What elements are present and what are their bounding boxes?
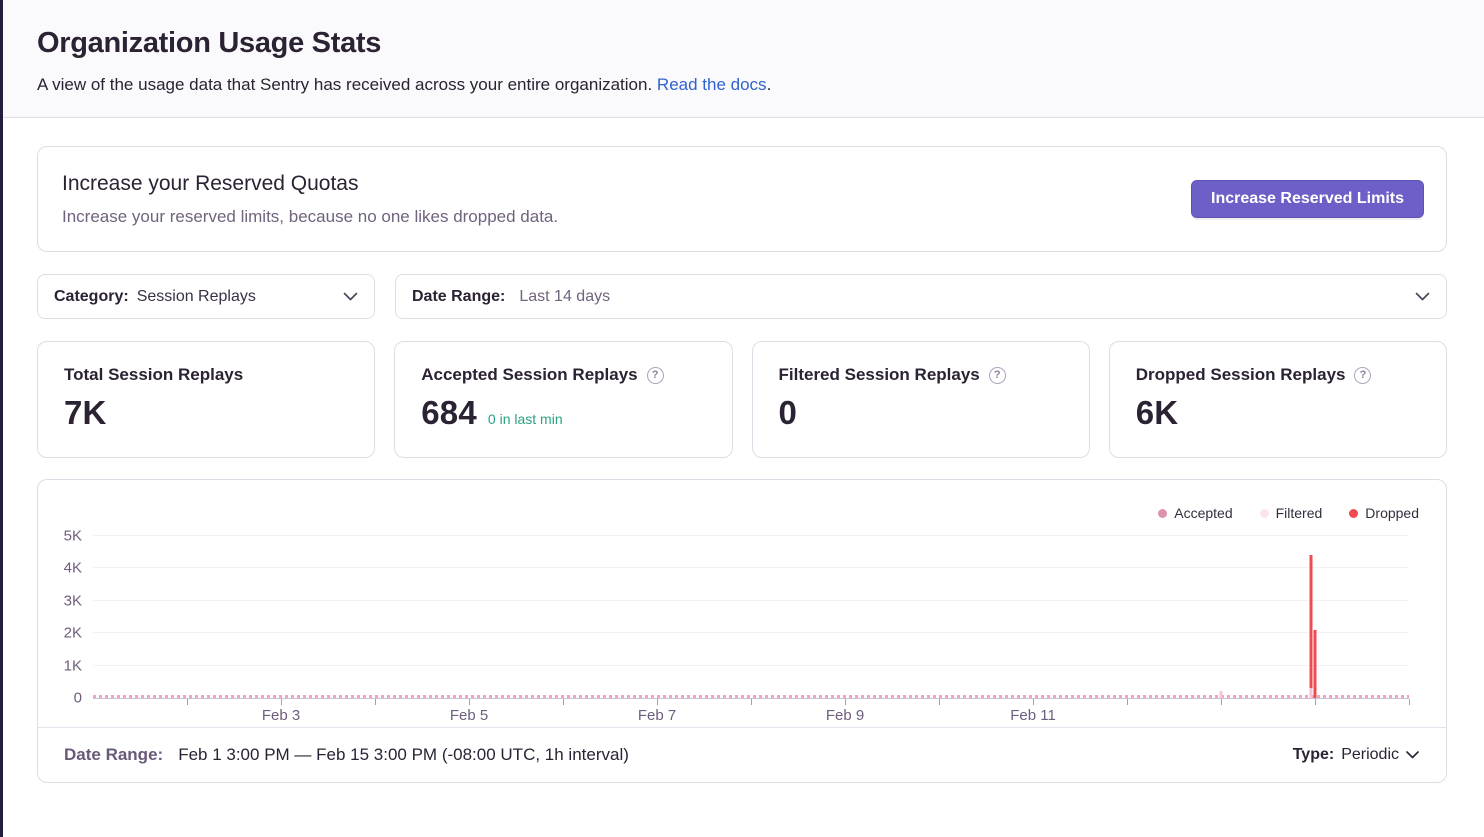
usage-chart-card: Accepted Filtered Dropped 0 1K 2K 3K 4K 5K Feb…: [37, 479, 1447, 783]
y-axis-tick-label: 1K: [64, 657, 82, 674]
x-axis-tick: [657, 699, 658, 705]
x-axis-tick: [375, 699, 376, 705]
stat-title: Dropped Session Replays: [1136, 365, 1346, 385]
read-docs-link[interactable]: Read the docs: [657, 75, 767, 94]
help-icon[interactable]: ?: [647, 367, 664, 384]
page-subtitle: A view of the usage data that Sentry has…: [37, 75, 1447, 95]
bar-accepted: [1310, 688, 1313, 698]
chevron-down-icon: [343, 292, 358, 301]
y-axis-tick-label: 2K: [64, 625, 82, 642]
increase-reserved-limits-button[interactable]: Increase Reserved Limits: [1191, 180, 1424, 218]
gridline: [93, 567, 1409, 568]
quota-title: Increase your Reserved Quotas: [62, 172, 558, 196]
main-content: Increase your Reserved Quotas Increase y…: [0, 118, 1484, 783]
subtitle-period: .: [767, 75, 772, 94]
legend-dot-filtered: [1260, 509, 1269, 518]
x-axis-tick: [939, 699, 940, 705]
x-axis-label: Feb 11: [1010, 707, 1056, 724]
footer-date-range-value: Feb 1 3:00 PM — Feb 15 3:00 PM (-08:00 U…: [178, 745, 629, 765]
x-axis-tick: [187, 699, 188, 705]
legend-label: Dropped: [1365, 505, 1419, 521]
stat-card-total: Total Session Replays 7K: [37, 341, 375, 458]
chart-footer-date-range: Date Range: Feb 1 3:00 PM — Feb 15 3:00 …: [64, 745, 629, 765]
gridline: [93, 600, 1409, 601]
help-icon[interactable]: ?: [989, 367, 1006, 384]
date-range-label: Date Range:: [412, 288, 505, 306]
stat-title: Total Session Replays: [64, 365, 243, 385]
category-select[interactable]: Category: Session Replays: [37, 274, 375, 319]
gridline: [93, 665, 1409, 666]
chevron-down-icon: [1415, 292, 1430, 301]
stat-card-filtered: Filtered Session Replays ? 0: [752, 341, 1090, 458]
subtitle-text: A view of the usage data that Sentry has…: [37, 75, 657, 94]
usage-chart: 0 1K 2K 3K 4K 5K Feb 3 Feb 5 Feb 7 Feb 9 Feb 11: [38, 527, 1446, 727]
y-axis-tick-label: 3K: [64, 592, 82, 609]
x-axis-tick: [1315, 699, 1316, 705]
plot-area[interactable]: 01K2K3K4K5KFeb 3Feb 5Feb 7Feb 9Feb 11: [93, 536, 1409, 698]
chart-footer: Date Range: Feb 1 3:00 PM — Feb 15 3:00 …: [38, 727, 1446, 782]
page-header: Organization Usage Stats A view of the u…: [0, 0, 1484, 118]
chevron-down-icon: [1406, 751, 1419, 759]
legend-dot-accepted: [1158, 509, 1167, 518]
quota-description: Increase your reserved limits, because n…: [62, 207, 558, 227]
gridline: [93, 632, 1409, 633]
legend-label: Filtered: [1276, 505, 1323, 521]
y-axis-tick-label: 4K: [64, 560, 82, 577]
category-value: Session Replays: [137, 288, 256, 306]
stat-card-accepted: Accepted Session Replays ? 684 0 in last…: [394, 341, 732, 458]
type-label: Type:: [1293, 746, 1334, 764]
type-value: Periodic: [1341, 746, 1399, 764]
x-axis-label: Feb 7: [638, 707, 676, 724]
x-axis-label: Feb 9: [826, 707, 864, 724]
stat-rate-text: 0 in last min: [488, 411, 563, 427]
bar-accepted: [1220, 691, 1223, 698]
footer-date-range-label: Date Range:: [64, 745, 163, 765]
stat-title: Filtered Session Replays: [779, 365, 980, 385]
filter-row: Category: Session Replays Date Range: La…: [37, 274, 1447, 319]
gridline: [93, 535, 1409, 536]
x-axis-tick: [1221, 699, 1222, 705]
date-range-value: Last 14 days: [519, 288, 610, 306]
chart-legend: Accepted Filtered Dropped: [38, 480, 1446, 521]
quota-banner: Increase your Reserved Quotas Increase y…: [37, 146, 1447, 252]
legend-label: Accepted: [1174, 505, 1232, 521]
stat-card-dropped: Dropped Session Replays ? 6K: [1109, 341, 1447, 458]
stat-value: 684: [421, 394, 477, 432]
x-axis-label: Feb 5: [450, 707, 488, 724]
x-axis-tick: [1033, 699, 1034, 705]
legend-dot-dropped: [1349, 509, 1358, 518]
x-axis-tick: [845, 699, 846, 705]
x-axis-tick: [1409, 699, 1410, 705]
y-axis-tick-label: 0: [74, 690, 82, 707]
legend-item-dropped[interactable]: Dropped: [1349, 505, 1419, 521]
page-title: Organization Usage Stats: [37, 27, 1447, 60]
y-axis-tick-label: 5K: [64, 528, 82, 545]
x-axis-label: Feb 3: [262, 707, 300, 724]
x-axis-tick: [281, 699, 282, 705]
help-icon[interactable]: ?: [1354, 367, 1371, 384]
stat-cards-row: Total Session Replays 7K Accepted Sessio…: [37, 341, 1447, 458]
date-range-select[interactable]: Date Range: Last 14 days: [395, 274, 1447, 319]
quota-text: Increase your Reserved Quotas Increase y…: [62, 172, 558, 227]
x-axis-tick: [751, 699, 752, 705]
stat-value: 7K: [64, 394, 107, 432]
bar-dropped: [1310, 555, 1313, 688]
accepted-trace-line: [93, 695, 1409, 698]
stat-value: 6K: [1136, 394, 1179, 432]
category-label: Category:: [54, 288, 129, 306]
bar-dropped: [1313, 630, 1316, 698]
sidebar-edge: [0, 0, 3, 837]
legend-item-accepted[interactable]: Accepted: [1158, 505, 1232, 521]
type-select[interactable]: Type: Periodic: [1293, 746, 1419, 764]
legend-item-filtered[interactable]: Filtered: [1260, 505, 1323, 521]
x-axis-tick: [1127, 699, 1128, 705]
stat-value: 0: [779, 394, 798, 432]
x-axis-tick: [563, 699, 564, 705]
x-axis-tick: [469, 699, 470, 705]
stat-title: Accepted Session Replays: [421, 365, 637, 385]
